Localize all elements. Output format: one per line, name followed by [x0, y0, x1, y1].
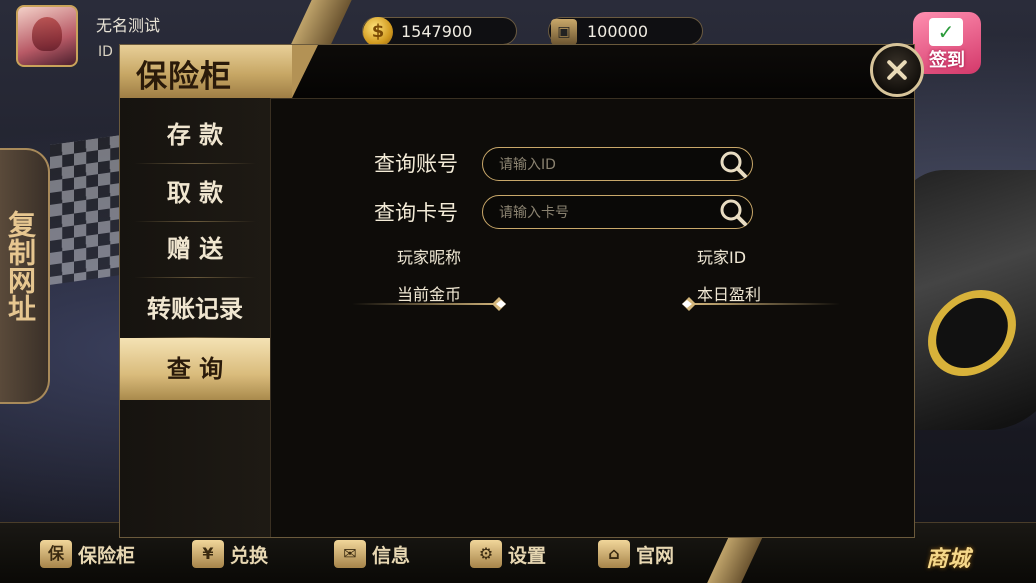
gold-balance: $ 1547900 — [362, 17, 517, 47]
nav-messages[interactable]: ✉ 信息 — [334, 538, 410, 570]
query-card-input[interactable] — [497, 196, 711, 230]
shop-label: 商城 — [925, 547, 970, 572]
bank-card-icon: ▣ — [551, 19, 577, 45]
user-id-label: ID — [98, 44, 113, 60]
nav-safe-label: 保险柜 — [78, 544, 136, 567]
nav-safe[interactable]: 保 保险柜 — [40, 538, 135, 570]
tab-query[interactable]: 查 询 — [120, 338, 270, 400]
tab-withdraw[interactable]: 取 款 — [120, 164, 270, 222]
user-nickname: 无名测试 — [96, 16, 161, 35]
avatar[interactable] — [16, 5, 78, 67]
gold-coin-icon: $ — [363, 17, 393, 47]
safe-icon: 保 — [40, 540, 72, 568]
checkered-flag-decoration — [50, 135, 120, 285]
calendar-check-icon: ✓ — [929, 18, 963, 46]
close-button[interactable] — [870, 43, 924, 97]
query-account-field — [482, 147, 753, 182]
copy-url-label: 复制网址 — [4, 210, 37, 322]
nav-settings-label: 设置 — [508, 544, 547, 567]
query-card-label: 查询卡号 — [374, 201, 458, 225]
divider-right — [690, 303, 840, 305]
safe-title-plate: 保险柜 — [120, 45, 318, 98]
gear-icon: ⚙ — [470, 540, 502, 568]
tab-transfer-records[interactable]: 转账记录 — [120, 280, 270, 338]
bank-balance: ▣ 100000 — [548, 17, 703, 45]
safe-dialog-header: 保险柜 — [120, 45, 914, 99]
nav-messages-label: 信息 — [372, 544, 411, 567]
tab-deposit[interactable]: 存 款 — [120, 106, 270, 164]
query-account-input[interactable] — [497, 148, 711, 182]
player-id-label: 玩家ID — [697, 248, 747, 267]
mail-icon: ✉ — [334, 540, 366, 568]
tab-gift[interactable]: 赠 送 — [120, 220, 270, 278]
nav-exchange-label: 兑换 — [230, 544, 269, 567]
query-account-label: 查询账号 — [374, 152, 458, 176]
copy-url-button[interactable]: 复制网址 — [0, 148, 50, 404]
nav-website[interactable]: ⌂ 官网 — [598, 538, 674, 570]
search-icon[interactable] — [718, 149, 748, 179]
bank-balance-value: 100000 — [587, 22, 649, 41]
nav-website-label: 官网 — [636, 544, 675, 567]
safe-title: 保险柜 — [136, 59, 232, 95]
player-nickname-label: 玩家昵称 — [397, 248, 462, 267]
exchange-icon: ¥ — [192, 540, 224, 568]
divider-left — [352, 303, 502, 305]
nav-settings[interactable]: ⚙ 设置 — [470, 538, 546, 570]
query-card-field — [482, 195, 753, 230]
gold-balance-value: 1547900 — [401, 22, 473, 41]
safe-sidebar: 存 款 取 款 赠 送 转账记录 查 询 — [120, 98, 271, 537]
search-icon[interactable] — [718, 197, 748, 227]
query-panel: 查询账号 查询卡号 玩家昵称 玩家ID 当前金币 本日盈利 — [270, 98, 914, 537]
website-icon: ⌂ — [598, 540, 630, 568]
current-gold-label: 当前金币 — [397, 285, 462, 304]
nav-exchange[interactable]: ¥ 兑换 — [192, 538, 268, 570]
safe-dialog: 保险柜 存 款 取 款 赠 送 转账记录 查 询 查询账号 查询卡号 玩家昵称 … — [119, 44, 915, 538]
diamond-ornament-icon — [492, 297, 506, 311]
diamond-ornament-icon — [682, 297, 696, 311]
today-profit-label: 本日盈利 — [697, 285, 762, 304]
